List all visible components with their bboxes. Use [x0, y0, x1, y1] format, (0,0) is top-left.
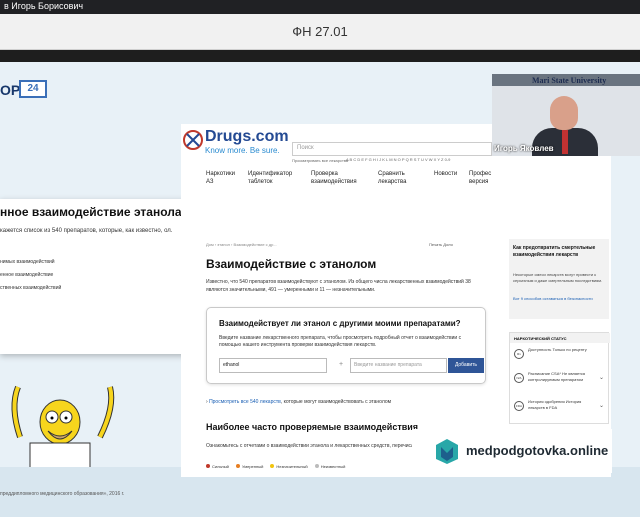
slide-footer-note: преддипломного медицинского образования»… — [0, 491, 125, 497]
browse-all-label[interactable]: Просматривать все лекарства — [292, 158, 348, 163]
major-dot-icon — [206, 464, 210, 468]
slide-card-item: енное взаимодействие — [0, 272, 54, 278]
severity-legend: Сильный Умеренный Незначительный Неизвес… — [206, 464, 345, 469]
article-link[interactable]: Вот 9 способов оставаться в безопасности — [513, 296, 605, 302]
drug-input-ethanol[interactable]: ethanol — [219, 358, 327, 373]
status-label: Доступность Только по рецепту — [528, 347, 587, 352]
checker-description: Введите название лекарственного препарат… — [219, 335, 462, 348]
nav-item[interactable]: Профес версия — [469, 170, 499, 186]
search-input[interactable]: Поиск — [292, 142, 492, 156]
brand-text: OP — [0, 82, 21, 98]
sponsor-text: medpodgotovka.online — [466, 443, 609, 458]
chevron-right-icon: › — [206, 399, 208, 405]
legend-item: Незначительный — [276, 464, 308, 469]
status-row[interactable]: FDA История одобрения История лекарств в… — [514, 399, 606, 419]
unknown-dot-icon — [314, 464, 319, 468]
nav-item[interactable]: Идентификатор таблеток — [248, 170, 293, 186]
drugs-page: Drugs.com Know more. Be sure. Поиск Прос… — [181, 124, 611, 477]
status-label: Расписание CSA* Не является контролируем… — [528, 371, 586, 382]
participant-name: в Игорь Борисович — [4, 1, 84, 11]
legend-item: Сильный — [212, 464, 229, 469]
brand-logo: OP 24 — [0, 78, 48, 104]
rx-icon: Rx — [514, 349, 524, 359]
university-title: Mari State University — [532, 76, 607, 85]
slide-card-title: нное взаимодействие этанола — [0, 205, 182, 219]
slide-card: нное взаимодействие этанола кажется спис… — [0, 199, 197, 354]
nav-item[interactable]: Сравнить лекарства — [378, 170, 418, 186]
nav-item[interactable]: Наркотики АЗ — [206, 170, 236, 186]
chevron-down-icon: ⌄ — [598, 403, 604, 409]
logo-slogan: Know more. Be sure. — [205, 146, 280, 155]
slide-card-text: кажется список из 540 препаратов, которы… — [0, 228, 173, 234]
main-nav: Наркотики АЗ Идентификатор таблеток Пров… — [181, 170, 611, 192]
slide: OP 24 нное взаимодействие этанола кажетс… — [0, 62, 640, 517]
page-title: Взаимодействие с этанолом — [206, 257, 377, 271]
csa-icon: N/A — [514, 373, 524, 383]
moderate-dot-icon — [235, 464, 240, 468]
speaker-head — [550, 96, 578, 130]
status-label: История одобрения История лекарств в FDA — [528, 399, 582, 410]
brand-badge: 24 — [19, 80, 47, 98]
webcam-video: Mari State University Игорь Яковлев — [492, 74, 640, 156]
slide-card-item: ственных взаимодействий — [0, 285, 62, 291]
plus-icon: + — [339, 361, 344, 368]
pill-icon — [183, 130, 203, 150]
drug-status-title: НАРКОТИЧЕСКИЙ СТАТУС — [510, 333, 610, 343]
status-row[interactable]: Rx Доступность Только по рецепту — [514, 347, 606, 367]
cartoon-character-image — [11, 385, 115, 472]
speaker-tie — [562, 130, 568, 154]
nav-item[interactable]: Проверка взаимодействия — [311, 170, 361, 186]
legend-item: Умеренный — [241, 464, 264, 469]
speaker-name: Игорь Яковлев — [494, 144, 554, 153]
logo-name: Drugs.com — [205, 128, 289, 145]
presentation-stage: OP 24 нное взаимодействие этанола кажетс… — [0, 50, 640, 517]
drugs-logo[interactable]: Drugs.com Know more. Be sure. — [183, 128, 289, 160]
checker-title: Взаимодействует ли этанол с другими моим… — [219, 319, 461, 328]
window-title-text: ФН 27.01 — [292, 24, 348, 39]
top-participant-bar: в Игорь Борисович — [0, 0, 640, 14]
minor-dot-icon — [270, 464, 275, 468]
view-all-drugs-row: › Просмотреть все 540 лекарств, которые … — [206, 399, 391, 405]
drug-name-input[interactable]: Введите название препарата — [350, 358, 447, 373]
legend-item: Неизвестный — [320, 464, 346, 469]
slide-card-item: нимых взаимодействий — [0, 259, 55, 265]
medpodgotovka-icon — [436, 439, 458, 464]
alphabet-index[interactable]: A B C D E F G H I J K L M N O P Q R S T … — [346, 157, 450, 162]
fda-icon: FDA — [514, 401, 524, 411]
drug-status-panel: НАРКОТИЧЕСКИЙ СТАТУС Rx Доступность Толь… — [509, 332, 610, 424]
chevron-down-icon: ⌄ — [598, 375, 604, 381]
print-share-actions[interactable]: Печать Доля — [429, 242, 453, 247]
intro-text: Известно, что 540 препаратов взаимодейст… — [206, 279, 471, 293]
add-button[interactable]: Добавить — [448, 358, 484, 373]
section-title: Наиболее часто проверяемые взаимодействи… — [206, 422, 419, 432]
nav-item[interactable]: Новости — [434, 170, 464, 178]
sponsor-logo: medpodgotovka.online — [412, 429, 612, 473]
view-all-tail: , которые могут взаимодействовать с этан… — [280, 399, 392, 405]
sidebar-article: Как предотвратить смертельные взаимодейс… — [509, 239, 609, 319]
article-desc: Некоторые смеси лекарств могут привести … — [513, 272, 603, 283]
interaction-checker-box: Взаимодействует ли этанол с другими моим… — [206, 307, 486, 384]
view-all-drugs-link[interactable]: Просмотреть все 540 лекарств — [209, 399, 281, 405]
window-title: ФН 27.01 — [0, 14, 640, 50]
article-title[interactable]: Как предотвратить смертельные взаимодейс… — [513, 245, 605, 259]
breadcrumb[interactable]: Дом › этанол › Взаимодействие с др... — [206, 242, 277, 247]
status-row[interactable]: N/A Расписание CSA* Не является контроли… — [514, 371, 606, 391]
